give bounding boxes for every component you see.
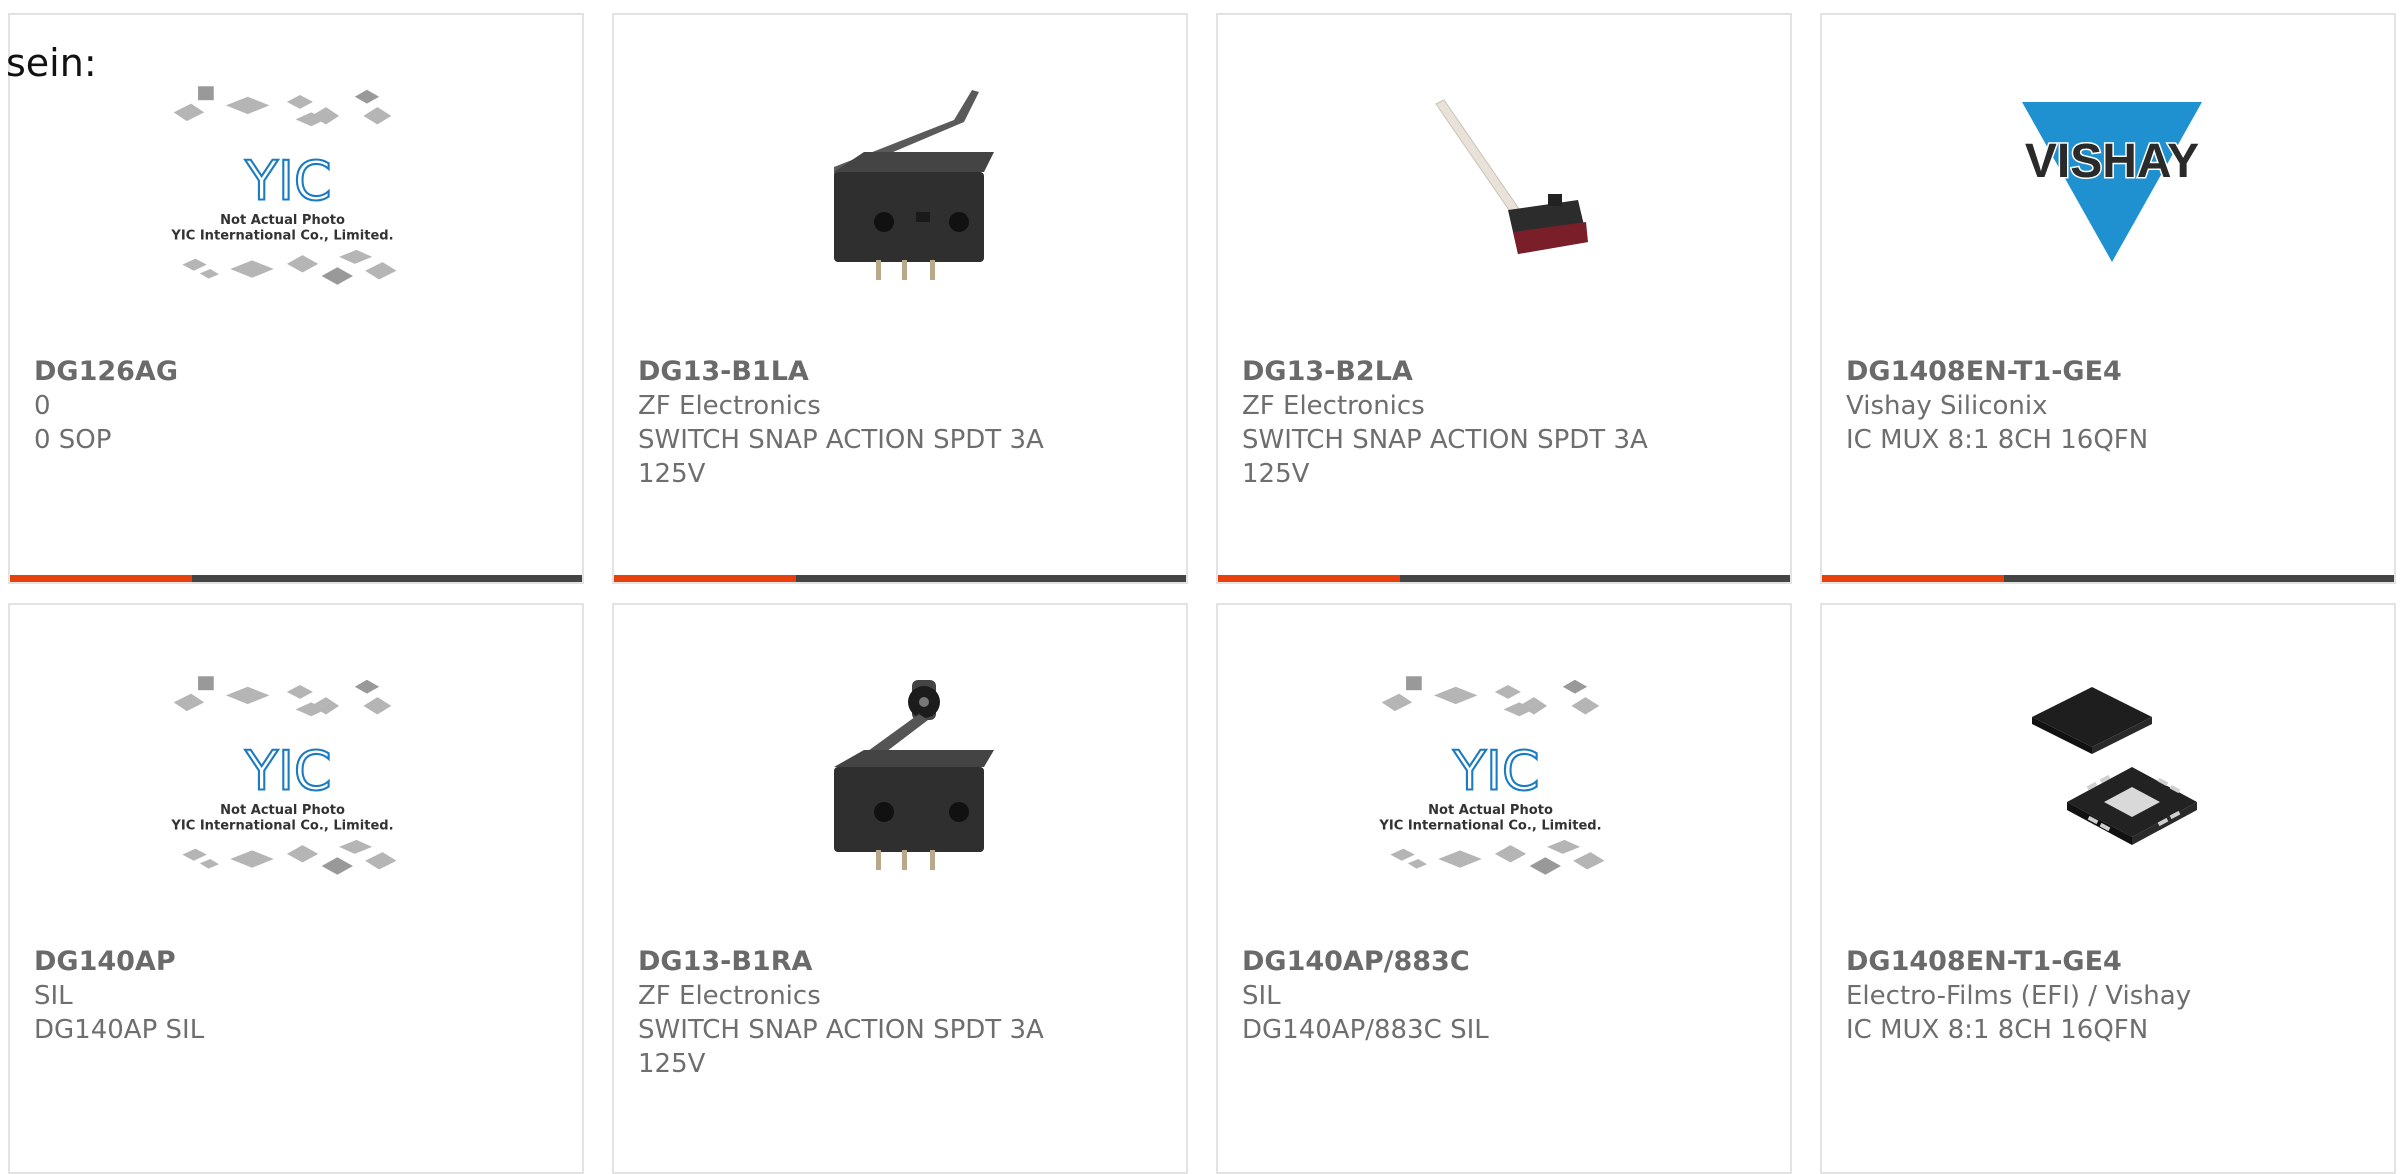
svg-text:YIC International Co., Limited: YIC International Co., Limited.: [170, 818, 393, 833]
description: DG140AP SIL: [34, 1015, 205, 1045]
part-number[interactable]: DG140AP/883C: [1242, 945, 1682, 979]
product-image-placeholder[interactable]: YIC Not Actual Photo YIC International C…: [1378, 672, 1608, 875]
card-bottom-bar: [1218, 575, 1790, 582]
product-image-placeholder[interactable]: YIC Not Actual Photo YIC International C…: [170, 82, 400, 285]
manufacturer: ZF Electronics: [638, 981, 821, 1011]
product-image-vishay-logo[interactable]: VISHAY: [2012, 82, 2212, 282]
part-number[interactable]: DG13-B1LA: [638, 355, 1078, 389]
svg-text:YIC International Co., Limited: YIC International Co., Limited.: [1378, 818, 1601, 833]
manufacturer: ZF Electronics: [1242, 391, 1425, 421]
manufacturer: 0: [34, 391, 51, 421]
product-card-dg140ap-883c[interactable]: YIC Not Actual Photo YIC International C…: [1216, 603, 1792, 1174]
part-number[interactable]: DG1408EN-T1-GE4: [1846, 945, 2286, 979]
part-number[interactable]: DG13-B2LA: [1242, 355, 1682, 389]
description: IC MUX 8:1 8CH 16QFN: [1846, 425, 2149, 455]
part-number[interactable]: DG140AP: [34, 945, 474, 979]
manufacturer: Vishay Siliconix: [1846, 391, 2048, 421]
product-image-microswitch-lever[interactable]: [804, 82, 1004, 282]
manufacturer: SIL: [1242, 981, 1281, 1011]
card-bottom-bar: [10, 575, 582, 582]
description: DG140AP/883C SIL: [1242, 1015, 1489, 1045]
part-number[interactable]: DG1408EN-T1-GE4: [1846, 355, 2286, 389]
page-text-fragment: sein:: [6, 41, 97, 85]
product-image-microswitch-roller[interactable]: [804, 672, 1004, 872]
manufacturer: ZF Electronics: [638, 391, 821, 421]
product-card-dg140ap[interactable]: YIC Not Actual Photo YIC International C…: [8, 603, 584, 1174]
yic-logo: YIC: [244, 739, 332, 802]
product-card-dg126ag[interactable]: YIC Not Actual Photo YIC International C…: [8, 13, 584, 584]
description: 0 SOP: [34, 425, 112, 455]
description: SWITCH SNAP ACTION SPDT 3A 125V: [1242, 425, 1648, 489]
product-card-dg1408en-t1-ge4[interactable]: VISHAY DG1408EN-T1-GE4 Vishay Siliconix …: [1820, 13, 2396, 584]
product-card-dg13-b1ra[interactable]: DG13-B1RA ZF Electronics SWITCH SNAP ACT…: [612, 603, 1188, 1174]
svg-text:VISHAY: VISHAY: [2025, 135, 2199, 188]
svg-text:Not Actual Photo: Not Actual Photo: [1428, 803, 1553, 818]
description: SWITCH SNAP ACTION SPDT 3A 125V: [638, 1015, 1044, 1079]
product-card-dg13-b1la[interactable]: DG13-B1LA ZF Electronics SWITCH SNAP ACT…: [612, 13, 1188, 584]
yic-logo: YIC: [244, 149, 332, 212]
card-bottom-bar: [1822, 575, 2394, 582]
manufacturer: SIL: [34, 981, 73, 1011]
part-number[interactable]: DG126AG: [34, 355, 474, 389]
part-number[interactable]: DG13-B1RA: [638, 945, 1078, 979]
svg-text:YIC International Co., Limited: YIC International Co., Limited.: [170, 228, 393, 243]
yic-logo: YIC: [1452, 739, 1540, 802]
product-image-microswitch-long-lever[interactable]: [1408, 82, 1608, 282]
description: IC MUX 8:1 8CH 16QFN: [1846, 1015, 2149, 1045]
manufacturer: Electro-Films (EFI) / Vishay: [1846, 981, 2192, 1011]
product-card-dg13-b2la[interactable]: DG13-B2LA ZF Electronics SWITCH SNAP ACT…: [1216, 13, 1792, 584]
product-image-placeholder[interactable]: YIC Not Actual Photo YIC International C…: [170, 672, 400, 875]
description: SWITCH SNAP ACTION SPDT 3A 125V: [638, 425, 1044, 489]
svg-text:Not Actual Photo: Not Actual Photo: [220, 803, 345, 818]
product-image-qfn-package[interactable]: [2012, 672, 2212, 872]
product-card-dg1408en-t1-ge4-efi[interactable]: DG1408EN-T1-GE4 Electro-Films (EFI) / Vi…: [1820, 603, 2396, 1174]
card-bottom-bar: [614, 575, 1186, 582]
svg-text:Not Actual Photo: Not Actual Photo: [220, 213, 345, 228]
